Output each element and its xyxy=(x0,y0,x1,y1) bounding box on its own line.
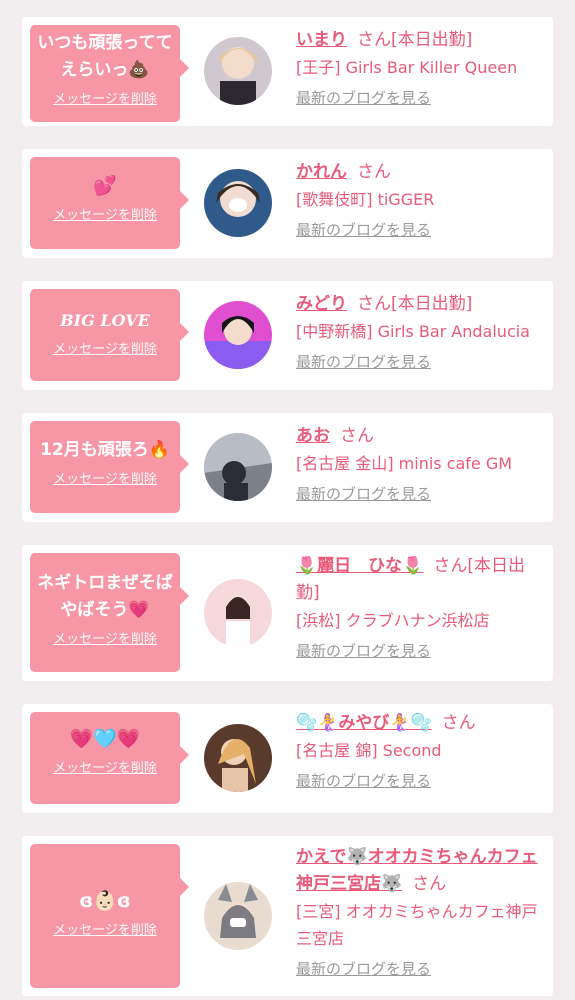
avatar[interactable] xyxy=(204,882,272,950)
message-text: ネギトロまぜそば やばそう💗 xyxy=(37,573,173,620)
latest-blog-link[interactable]: 最新のブログを見る xyxy=(296,958,431,979)
delete-message-link[interactable]: メッセージを削除 xyxy=(30,628,180,647)
cast-info: 🫧🧜‍♀️みやび🧜‍♀️🫧 さん [名古屋 錦] Second 最新のブログを見る xyxy=(296,710,546,791)
avatar[interactable] xyxy=(204,433,272,501)
latest-blog-link[interactable]: 最新のブログを見る xyxy=(296,483,431,504)
shop-label: [三宮] オオカミちゃんカフェ神戸三宮店 xyxy=(296,902,538,948)
avatar[interactable] xyxy=(204,169,272,237)
honorific: さん xyxy=(357,30,391,50)
status-badge: [本日出勤] xyxy=(391,294,473,314)
honorific: さん xyxy=(441,713,476,733)
latest-blog-link[interactable]: 最新のブログを見る xyxy=(296,87,431,108)
shop-label: [名古屋 金山] minis cafe GM xyxy=(296,454,513,473)
message-bubble: いつも頑張ってて えらいっ💩 メッセージを削除 xyxy=(30,25,189,122)
cast-info: かえで🐺オオカミちゃんカフェ神戸三宮店🐺 さん [三宮] オオカミちゃんカフェ神戸… xyxy=(296,844,546,979)
shop-label: [名古屋 錦] Second xyxy=(296,741,442,760)
cast-name-link[interactable]: 🫧🧜‍♀️みやび🧜‍♀️🫧 xyxy=(296,713,432,733)
delete-message-link[interactable]: メッセージを削除 xyxy=(30,468,180,487)
delete-message-link[interactable]: メッセージを削除 xyxy=(30,919,180,938)
honorific: さん xyxy=(357,162,391,182)
message-bubble: 💕 メッセージを削除 xyxy=(30,157,189,249)
shop-label: [王子] Girls Bar Killer Queen xyxy=(296,58,518,77)
cast-info: あお さん [名古屋 金山] minis cafe GM 最新のブログを見る xyxy=(296,423,546,504)
cast-name-link[interactable]: みどり xyxy=(296,294,347,314)
cast-name-link[interactable]: いまり xyxy=(296,30,347,50)
honorific: さん xyxy=(340,426,374,446)
latest-blog-link[interactable]: 最新のブログを見る xyxy=(296,219,431,240)
cast-info: 🌷麗日 ひな🌷 さん[本日出勤] [浜松] クラブハナン浜松店 最新のブログを見る xyxy=(296,553,546,661)
cast-info: みどり さん[本日出勤] [中野新橋] Girls Bar Andalucia 最… xyxy=(296,291,546,372)
latest-blog-link[interactable]: 最新のブログを見る xyxy=(296,351,431,372)
avatar[interactable] xyxy=(204,579,272,647)
message-card: 💕 メッセージを削除 かれん さん [歌舞伎町] tiGGER 最新のブログを見る xyxy=(22,149,553,258)
honorific: さん xyxy=(412,874,447,894)
avatar[interactable] xyxy=(204,724,272,792)
delete-message-link[interactable]: メッセージを削除 xyxy=(30,204,180,223)
message-list: いつも頑張ってて えらいっ💩 メッセージを削除 いまり さん[本日出勤] [王子]… xyxy=(0,0,575,1000)
honorific: さん xyxy=(433,556,468,576)
cast-name-link[interactable]: あお xyxy=(296,426,330,446)
avatar[interactable] xyxy=(204,301,272,369)
status-badge: [本日出勤] xyxy=(391,30,473,50)
delete-message-link[interactable]: メッセージを削除 xyxy=(30,88,180,107)
latest-blog-link[interactable]: 最新のブログを見る xyxy=(296,770,431,791)
cast-info: かれん さん [歌舞伎町] tiGGER 最新のブログを見る xyxy=(296,159,546,240)
message-card: BIG LOVE メッセージを削除 みどり さん[本日出勤] [中野新橋] Gir… xyxy=(22,281,553,390)
message-card: 💗🩵💗 メッセージを削除 🫧🧜‍♀️みやび🧜‍♀️🫧 さん [名古屋 錦] Sec… xyxy=(22,704,553,813)
message-text: いつも頑張ってて えらいっ💩 xyxy=(37,33,173,80)
delete-message-link[interactable]: メッセージを削除 xyxy=(30,338,180,357)
honorific: さん xyxy=(357,294,391,314)
message-text: ɞ👶🏻ɞ xyxy=(79,890,131,912)
avatar[interactable] xyxy=(204,37,272,105)
message-text: 💗🩵💗 xyxy=(69,728,141,750)
message-bubble: ネギトロまぜそば やばそう💗 メッセージを削除 xyxy=(30,553,189,672)
shop-label: [中野新橋] Girls Bar Andalucia xyxy=(296,322,530,341)
cast-info: いまり さん[本日出勤] [王子] Girls Bar Killer Queen … xyxy=(296,27,546,108)
delete-message-link[interactable]: メッセージを削除 xyxy=(30,757,180,776)
message-card: ɞ👶🏻ɞ メッセージを削除 かえで🐺オオカミちゃんカフェ神戸三宮店🐺 さん [三宮… xyxy=(22,836,553,996)
shop-label: [浜松] クラブハナン浜松店 xyxy=(296,611,490,630)
latest-blog-link[interactable]: 最新のブログを見る xyxy=(296,640,431,661)
message-bubble: ɞ👶🏻ɞ メッセージを削除 xyxy=(30,844,189,988)
message-bubble: 💗🩵💗 メッセージを削除 xyxy=(30,712,189,804)
message-card: ネギトロまぜそば やばそう💗 メッセージを削除 🌷麗日 ひな🌷 さん[本日出勤] … xyxy=(22,545,553,681)
cast-name-link[interactable]: 🌷麗日 ひな🌷 xyxy=(296,556,423,576)
message-text: 12月も頑張ろ🔥 xyxy=(40,440,170,460)
cast-name-link[interactable]: かれん xyxy=(296,162,347,182)
shop-label: [歌舞伎町] tiGGER xyxy=(296,190,435,209)
message-bubble: BIG LOVE メッセージを削除 xyxy=(30,289,189,381)
message-card: 12月も頑張ろ🔥 メッセージを削除 あお さん [名古屋 金山] minis ca… xyxy=(22,413,553,522)
message-text: BIG LOVE xyxy=(60,311,150,330)
message-bubble: 12月も頑張ろ🔥 メッセージを削除 xyxy=(30,421,189,513)
message-text: 💕 xyxy=(93,175,117,197)
message-card: いつも頑張ってて えらいっ💩 メッセージを削除 いまり さん[本日出勤] [王子]… xyxy=(22,17,553,126)
